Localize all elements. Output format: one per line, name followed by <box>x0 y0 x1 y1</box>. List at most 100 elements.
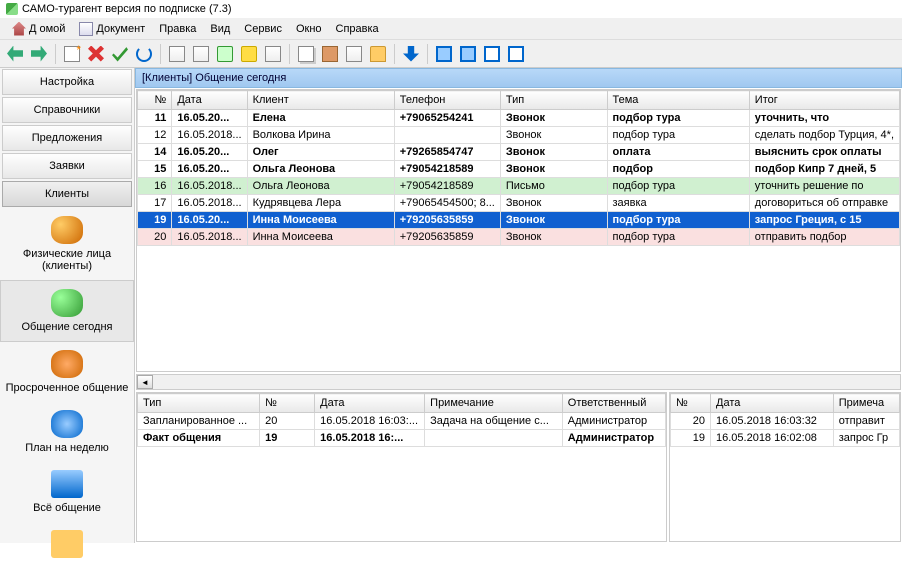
table-row[interactable]: 2016.05.2018 16:03:32отправит <box>671 413 900 430</box>
main-grid[interactable]: №ДатаКлиентТелефонТипТемаИтог 1116.05.20… <box>136 89 901 372</box>
col-header[interactable]: Тема <box>607 91 749 110</box>
h-scrollbar[interactable]: ◄ <box>136 374 901 390</box>
col-header[interactable]: Итог <box>749 91 899 110</box>
title-bar: САМО-турагент версия по подписке (7.3) <box>0 0 902 18</box>
col-header[interactable]: Примечание <box>425 394 563 413</box>
new-button[interactable] <box>61 43 83 65</box>
menu-service[interactable]: Сервис <box>238 21 288 37</box>
sidebar-item-weekplan[interactable]: План на неделю <box>0 402 134 462</box>
table-row[interactable]: 2016.05.2018...Инна Моисеева+79205635859… <box>138 229 900 246</box>
table-row[interactable]: 1416.05.20...Олег+79265854747Звонокоплат… <box>138 144 900 161</box>
menu-view[interactable]: Вид <box>204 21 236 37</box>
menu-edit[interactable]: Правка <box>153 21 202 37</box>
sidebar-item-individuals[interactable]: Физические лица (клиенты) <box>0 208 134 280</box>
sidebar-item-extra[interactable] <box>0 522 134 566</box>
col-header[interactable]: № <box>138 91 172 110</box>
col-header[interactable]: Тип <box>500 91 607 110</box>
col-header[interactable]: Ответственный <box>562 394 665 413</box>
down-icon <box>403 46 419 62</box>
sidebar-btn-settings[interactable]: Настройка <box>2 69 132 95</box>
check-icon <box>112 46 128 62</box>
col-header[interactable]: Клиент <box>247 91 394 110</box>
main-area: Настройка Справочники Предложения Заявки… <box>0 68 902 543</box>
window-icon <box>460 46 476 62</box>
note-button[interactable] <box>238 43 260 65</box>
col-header[interactable]: Дата <box>711 394 834 413</box>
table-row[interactable]: 1616.05.2018...Ольга Леонова+79054218589… <box>138 178 900 195</box>
win2-button[interactable] <box>457 43 479 65</box>
col-header[interactable]: Тип <box>138 394 260 413</box>
sidebar-btn-clients[interactable]: Клиенты <box>2 181 132 207</box>
window-icon <box>484 46 500 62</box>
nav-fwd-button[interactable] <box>28 43 50 65</box>
money-button[interactable] <box>214 43 236 65</box>
copy-icon <box>298 46 314 62</box>
doc-icon <box>265 46 281 62</box>
delete-button[interactable] <box>85 43 107 65</box>
delete-icon <box>88 46 104 62</box>
doc1-button[interactable] <box>166 43 188 65</box>
nav-back-button[interactable] <box>4 43 26 65</box>
separator <box>160 44 161 64</box>
money-icon <box>217 46 233 62</box>
building-icon <box>51 470 83 498</box>
paste-button[interactable] <box>319 43 341 65</box>
table-row[interactable]: 1916.05.20...Инна Моисеева+79205635859Зв… <box>138 212 900 229</box>
detail-grid-right[interactable]: №ДатаПримеча 2016.05.2018 16:03:32отправ… <box>669 392 901 542</box>
doc4-button[interactable] <box>343 43 365 65</box>
win3-button[interactable] <box>481 43 503 65</box>
menu-help[interactable]: Справка <box>330 21 385 37</box>
separator <box>55 44 56 64</box>
arrow-right-icon <box>31 46 47 62</box>
home-icon <box>12 22 26 36</box>
scroll-left-button[interactable]: ◄ <box>137 375 153 389</box>
new-icon <box>64 46 80 62</box>
doc3-button[interactable] <box>262 43 284 65</box>
window-icon <box>436 46 452 62</box>
col-header[interactable]: Дата <box>315 394 425 413</box>
menu-window[interactable]: Окно <box>290 21 328 37</box>
app-icon <box>6 3 18 15</box>
table-row[interactable]: Факт общения1916.05.2018 16:...Администр… <box>138 430 666 447</box>
sidebar-btn-orders[interactable]: Заявки <box>2 153 132 179</box>
table-row[interactable]: 1916.05.2018 16:02:08запрос Гр <box>671 430 900 447</box>
separator <box>427 44 428 64</box>
col-header[interactable]: № <box>260 394 315 413</box>
sidebar-item-allcomm[interactable]: Всё общение <box>0 462 134 522</box>
table-row[interactable]: 1516.05.20...Ольга Леонова+79054218589Зв… <box>138 161 900 178</box>
content: [Клиенты] Общение сегодня №ДатаКлиентТел… <box>135 68 902 543</box>
folder-button[interactable] <box>367 43 389 65</box>
doc-icon <box>193 46 209 62</box>
note-icon <box>241 46 257 62</box>
table-row[interactable]: 1716.05.2018...Кудрявцева Лера+790654545… <box>138 195 900 212</box>
sidebar-btn-offers[interactable]: Предложения <box>2 125 132 151</box>
toolbar <box>0 40 902 68</box>
refresh-button[interactable] <box>133 43 155 65</box>
table-row[interactable]: 1216.05.2018...Волкова ИринаЗвонокподбор… <box>138 127 900 144</box>
col-header[interactable]: Телефон <box>394 91 500 110</box>
folder-icon <box>370 46 386 62</box>
arrow-left-icon <box>7 46 23 62</box>
bottom-panes: Тип№ДатаПримечаниеОтветственный Запланир… <box>136 392 901 542</box>
copy-button[interactable] <box>295 43 317 65</box>
menu-home[interactable]: Домой <box>6 20 71 38</box>
content-title: [Клиенты] Общение сегодня <box>135 68 902 88</box>
apply-button[interactable] <box>109 43 131 65</box>
sidebar-item-today[interactable]: Общение сегодня <box>0 280 134 342</box>
col-header[interactable]: Примеча <box>833 394 899 413</box>
table-row[interactable]: Запланированное ...2016.05.2018 16:03:..… <box>138 413 666 430</box>
col-header[interactable]: Дата <box>172 91 247 110</box>
down-button[interactable] <box>400 43 422 65</box>
menu-document[interactable]: Документ <box>73 20 151 38</box>
win1-button[interactable] <box>433 43 455 65</box>
paste-icon <box>322 46 338 62</box>
win4-button[interactable] <box>505 43 527 65</box>
sidebar-item-overdue[interactable]: Просроченное общение <box>0 342 134 402</box>
col-header[interactable]: № <box>671 394 711 413</box>
doc2-button[interactable] <box>190 43 212 65</box>
table-row[interactable]: 1116.05.20...Елена+79065254241Звонокподб… <box>138 110 900 127</box>
window-icon <box>508 46 524 62</box>
sidebar-btn-refs[interactable]: Справочники <box>2 97 132 123</box>
detail-grid-left[interactable]: Тип№ДатаПримечаниеОтветственный Запланир… <box>136 392 667 542</box>
separator <box>394 44 395 64</box>
